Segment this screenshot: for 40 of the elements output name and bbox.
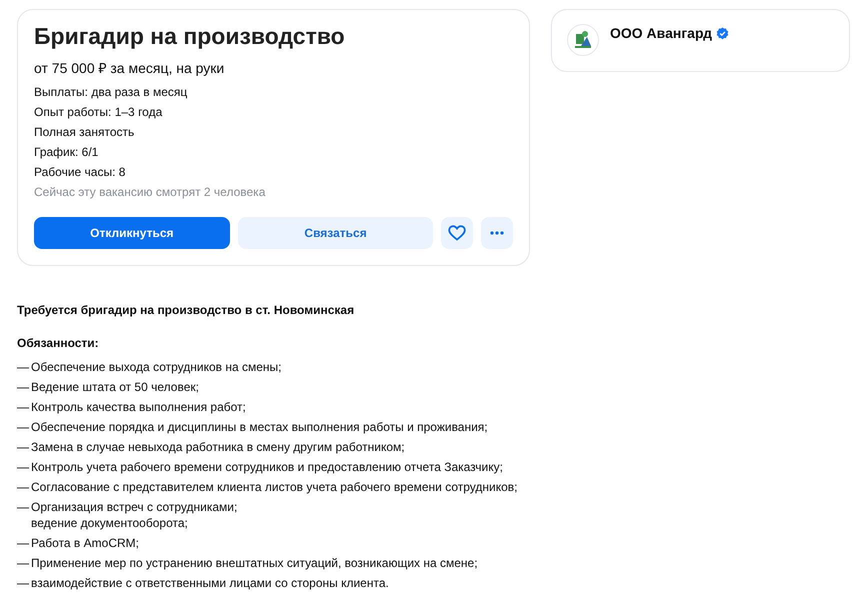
list-dash: —	[17, 575, 30, 591]
list-dash: —	[17, 499, 30, 516]
duty-text: Контроль учета рабочего времени сотрудников и предоставлению отчета Заказчику;	[31, 459, 503, 475]
duty-text: Обеспечение порядка и дисциплины в местах выполнения работы и проживания;	[31, 419, 488, 435]
employer-name[interactable]: ООО Авангард	[610, 24, 712, 42]
duty-text: Замена в случае невыхода работника в смену другим работником;	[31, 439, 405, 455]
list-dash: —	[17, 419, 30, 435]
more-icon	[490, 231, 504, 235]
duty-text: Применение мер по устранению внештатных ситуаций, возникающих на смене;	[31, 555, 478, 571]
company-logo-icon	[567, 24, 599, 56]
list-dash: —	[17, 359, 30, 375]
more-button[interactable]	[481, 217, 513, 249]
vacancy-title: Бригадир на производство	[34, 22, 346, 50]
duty-text: Ведение штата от 50 человек;	[31, 379, 199, 395]
detail-text: График: 6/1	[34, 144, 100, 161]
list-dash: —	[17, 555, 30, 571]
favorite-button[interactable]	[441, 217, 474, 249]
duty-text: Согласование с представителем клиента листов учета рабочего времени сотрудников;	[31, 479, 518, 495]
list-dash: —	[17, 399, 30, 415]
list-dash: —	[17, 535, 30, 551]
detail-text: Выплаты: два раза в месяц	[34, 84, 188, 101]
salary-text: от 75 000 ₽ за месяц, на руки	[34, 59, 226, 77]
detail-text: Опыт работы: 1–3 года	[34, 104, 164, 121]
list-dash: —	[17, 459, 30, 475]
duty-text: Организация встреч с сотрудниками; ведение документооборота;	[31, 499, 238, 531]
heart-icon	[448, 225, 466, 241]
list-dash: —	[17, 479, 30, 495]
duty-text: Работа в AmoCRM;	[31, 535, 139, 551]
duty-text: Контроль качества выполнения работ;	[31, 399, 246, 415]
viewers-text: Сейчас эту вакансию смотрят 2 человека	[34, 184, 266, 201]
detail-text: Рабочие часы: 8	[34, 164, 126, 181]
duties-heading: Обязанности:	[17, 335, 100, 351]
contact-button[interactable]: Связаться	[238, 217, 434, 249]
duty-text: Обеспечение выхода сотрудников на смены;	[31, 359, 282, 375]
respond-button[interactable]: Откликнуться	[34, 217, 230, 249]
description-intro: Требуется бригадир на производство в ст. Новоминская	[17, 302, 356, 318]
list-dash: —	[17, 439, 30, 455]
list-dash: —	[17, 379, 30, 395]
detail-text: Полная занятость	[34, 124, 136, 141]
duty-text: взаимодействие с ответственными лицами со стороны клиента.	[31, 575, 389, 591]
